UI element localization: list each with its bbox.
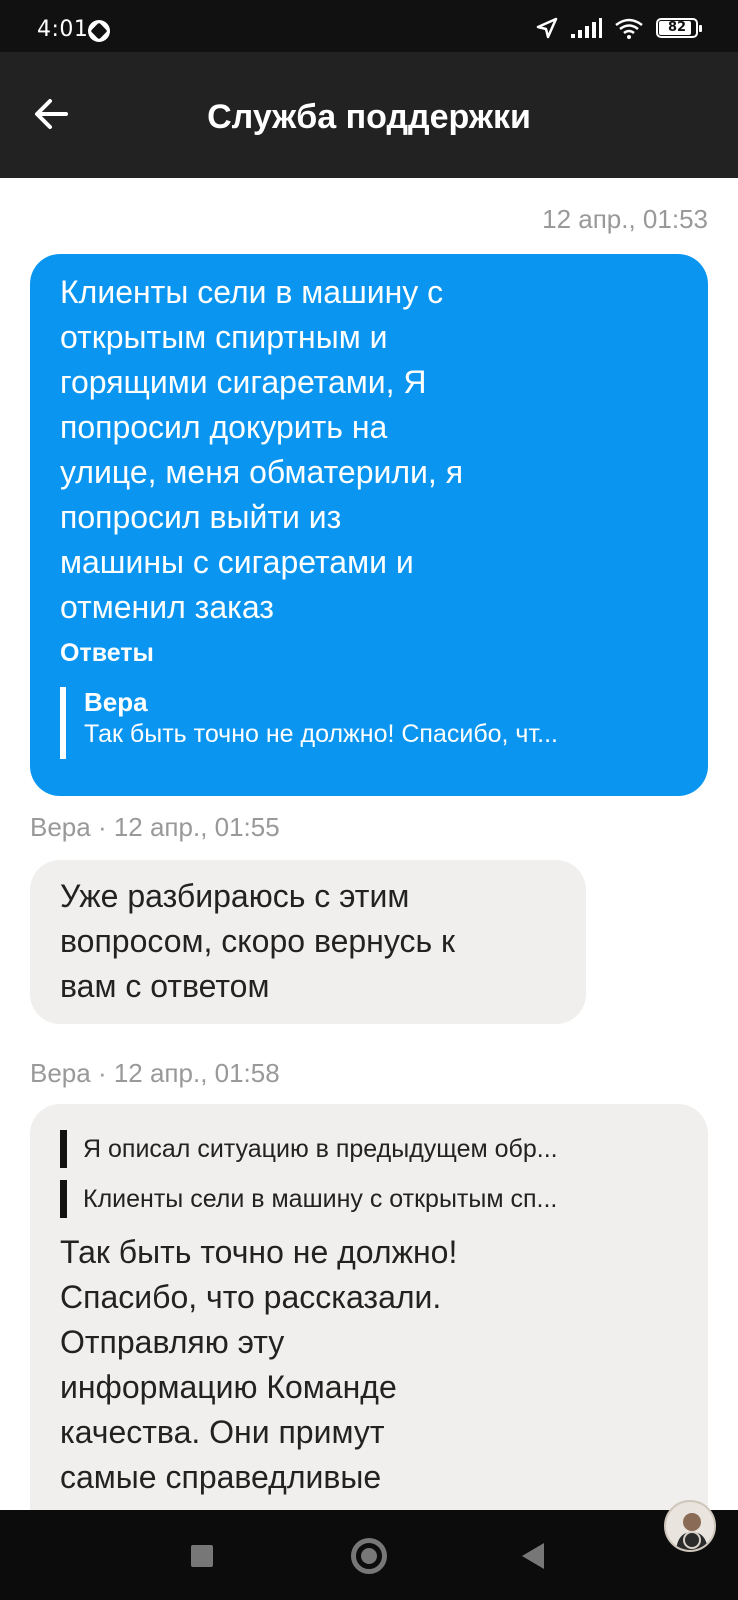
incoming-message-bubble[interactable]: Уже разбираюсь с этим вопросом, скоро ве… bbox=[30, 860, 586, 1024]
status-icons: 82 bbox=[536, 16, 702, 40]
screen: 4:01 82 Служба поддержки 12 апр., 01:53 … bbox=[0, 0, 738, 1600]
signal-bars-icon bbox=[570, 17, 602, 39]
quoted-message[interactable]: Я описал ситуацию в предыдущем обр... bbox=[60, 1130, 660, 1168]
navigation-arrow-icon bbox=[536, 17, 558, 39]
recent-apps-button[interactable] bbox=[191, 1545, 213, 1567]
reply-text: Так быть точно не должно! Спасибо, чт... bbox=[84, 720, 558, 748]
system-nav-bar bbox=[0, 1510, 738, 1600]
notification-icon bbox=[88, 20, 110, 42]
home-button[interactable] bbox=[351, 1538, 387, 1574]
message-text: Клиенты сели в машину с открытым спиртны… bbox=[60, 274, 464, 625]
system-back-button[interactable] bbox=[522, 1543, 544, 1569]
message-text: Так быть точно не должно! Спасибо, что р… bbox=[60, 1234, 458, 1495]
battery-icon: 82 bbox=[656, 18, 702, 38]
wifi-icon bbox=[614, 17, 644, 39]
message-timestamp: 12 апр., 01:53 bbox=[542, 204, 708, 234]
message-meta: Вера · 12 апр., 01:58 bbox=[30, 1058, 280, 1088]
message-text: Уже разбираюсь с этим вопросом, скоро ве… bbox=[60, 878, 456, 1004]
page-title: Служба поддержки bbox=[207, 98, 531, 136]
assistant-avatar-icon[interactable] bbox=[664, 1500, 716, 1552]
quoted-message[interactable]: Клиенты сели в машину с открытым сп... bbox=[60, 1180, 660, 1218]
reply-author: Вера bbox=[84, 687, 148, 717]
chat-thread[interactable]: 12 апр., 01:53 Клиенты сели в машину с о… bbox=[0, 178, 738, 1510]
reply-preview[interactable]: Вера Так быть точно не должно! Спасибо, … bbox=[60, 687, 670, 759]
status-bar: 4:01 82 bbox=[0, 0, 738, 52]
incoming-message-bubble[interactable]: Я описал ситуацию в предыдущем обр... Кл… bbox=[30, 1104, 708, 1510]
app-header: Служба поддержки bbox=[0, 52, 738, 178]
status-time: 4:01 bbox=[37, 17, 89, 42]
replies-label: Ответы bbox=[60, 639, 154, 667]
outgoing-message-bubble[interactable]: Клиенты сели в машину с открытым спиртны… bbox=[30, 254, 708, 796]
message-meta: Вера · 12 апр., 01:55 bbox=[30, 812, 280, 842]
battery-level: 82 bbox=[667, 20, 687, 35]
